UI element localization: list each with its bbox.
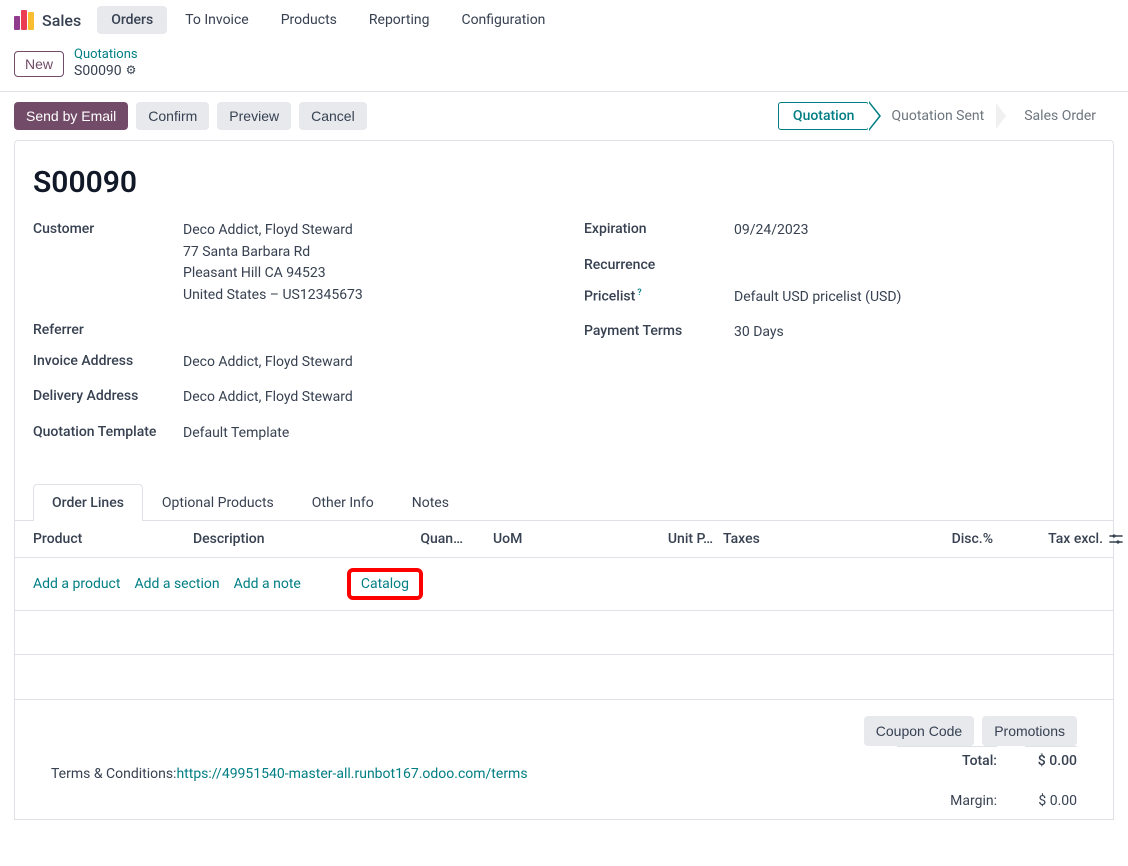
right-column: Expiration 09/24/2023 Recurrence Priceli… [584, 220, 1095, 459]
delivery-address-value[interactable]: Deco Addict, Floyd Steward [183, 387, 353, 409]
margin-value: $ 0.00 [1025, 793, 1077, 809]
left-column: Customer Deco Addict, Floyd Steward 77 S… [33, 220, 544, 459]
coupon-code-button[interactable]: Coupon Code [864, 716, 974, 746]
tab-order-lines[interactable]: Order Lines [33, 484, 143, 521]
tab-other-info[interactable]: Other Info [293, 484, 393, 521]
pricelist-value[interactable]: Default USD pricelist (USD) [734, 287, 901, 309]
breadcrumb-row: New Quotations S00090 ⚙ [0, 40, 1128, 87]
record-title: S00090 [33, 165, 1095, 200]
empty-row [15, 611, 1113, 655]
delivery-address-label: Delivery Address [33, 387, 183, 409]
new-button[interactable]: New [14, 51, 64, 77]
col-disc[interactable]: Disc.% [883, 531, 993, 547]
breadcrumb-quotations[interactable]: Quotations [74, 48, 138, 63]
tab-notes[interactable]: Notes [393, 484, 468, 521]
status-quotation-sent[interactable]: Quotation Sent [869, 102, 1002, 130]
footer: Coupon Code Promotions Terms & Condition… [33, 700, 1095, 819]
action-bar: Send by Email Confirm Preview Cancel Quo… [0, 92, 1128, 140]
col-uom[interactable]: UoM [463, 531, 613, 547]
status-sales-order[interactable]: Sales Order [1002, 102, 1114, 130]
empty-row [15, 655, 1113, 699]
col-product[interactable]: Product [33, 531, 193, 547]
nav-orders[interactable]: Orders [97, 6, 167, 34]
referrer-label: Referrer [33, 321, 183, 338]
nav-to-invoice[interactable]: To Invoice [171, 6, 263, 34]
payment-terms-label: Payment Terms [584, 322, 734, 344]
col-tax-excl[interactable]: Tax excl. [993, 531, 1103, 547]
expiration-value[interactable]: 09/24/2023 [734, 220, 809, 242]
confirm-button[interactable]: Confirm [136, 102, 209, 130]
app-name[interactable]: Sales [42, 11, 81, 30]
margin-label: Margin: [937, 793, 997, 809]
customer-value[interactable]: Deco Addict, Floyd Steward 77 Santa Barb… [183, 220, 363, 307]
promotions-button[interactable]: Promotions [982, 716, 1077, 746]
invoice-address-value[interactable]: Deco Addict, Floyd Steward [183, 352, 353, 374]
add-section-link[interactable]: Add a section [134, 576, 219, 592]
tab-optional-products[interactable]: Optional Products [143, 484, 293, 521]
total-label: Total: [897, 746, 997, 769]
breadcrumb-current: S00090 ⚙ [74, 63, 138, 79]
form-sheet: S00090 Customer Deco Addict, Floyd Stewa… [14, 140, 1114, 820]
tabs: Order Lines Optional Products Other Info… [15, 483, 1113, 521]
add-product-link[interactable]: Add a product [33, 576, 120, 592]
nav-configuration[interactable]: Configuration [447, 6, 559, 34]
catalog-link[interactable]: Catalog [347, 568, 423, 600]
col-unit-price[interactable]: Unit P… [613, 531, 713, 547]
col-taxes[interactable]: Taxes [713, 531, 883, 547]
breadcrumb-current-text: S00090 [74, 63, 122, 79]
nav-products[interactable]: Products [267, 6, 351, 34]
top-nav: Sales Orders To Invoice Products Reporti… [0, 0, 1128, 40]
payment-terms-value[interactable]: 30 Days [734, 322, 784, 344]
col-quantity[interactable]: Quan… [383, 531, 463, 547]
nav-reporting[interactable]: Reporting [355, 6, 444, 34]
expiration-label: Expiration [584, 220, 734, 242]
invoice-address-label: Invoice Address [33, 352, 183, 374]
app-logo[interactable] [14, 10, 34, 30]
status-quotation[interactable]: Quotation [778, 102, 870, 130]
send-email-button[interactable]: Send by Email [14, 102, 128, 130]
quotation-template-label: Quotation Template [33, 423, 183, 445]
cancel-button[interactable]: Cancel [299, 102, 367, 130]
terms-row: Terms & Conditions: https://49951540-mas… [51, 766, 528, 782]
status-bar: Quotation Quotation Sent Sales Order [778, 102, 1114, 130]
adjust-columns-icon[interactable] [1103, 531, 1128, 547]
add-note-link[interactable]: Add a note [234, 576, 301, 592]
col-description[interactable]: Description [193, 531, 383, 547]
terms-label: Terms & Conditions: [51, 766, 176, 782]
order-lines-table: Product Description Quan… UoM Unit P… Ta… [15, 521, 1113, 700]
recurrence-label: Recurrence [584, 256, 734, 273]
customer-label: Customer [33, 220, 183, 307]
pricelist-label: Pricelist? [584, 287, 734, 309]
total-value: $ 0.00 [1025, 746, 1077, 769]
terms-link[interactable]: https://49951540-master-all.runbot167.od… [176, 766, 527, 782]
help-icon[interactable]: ? [637, 288, 641, 298]
quotation-template-value[interactable]: Default Template [183, 423, 289, 445]
gear-icon[interactable]: ⚙ [126, 64, 137, 78]
preview-button[interactable]: Preview [217, 102, 291, 130]
